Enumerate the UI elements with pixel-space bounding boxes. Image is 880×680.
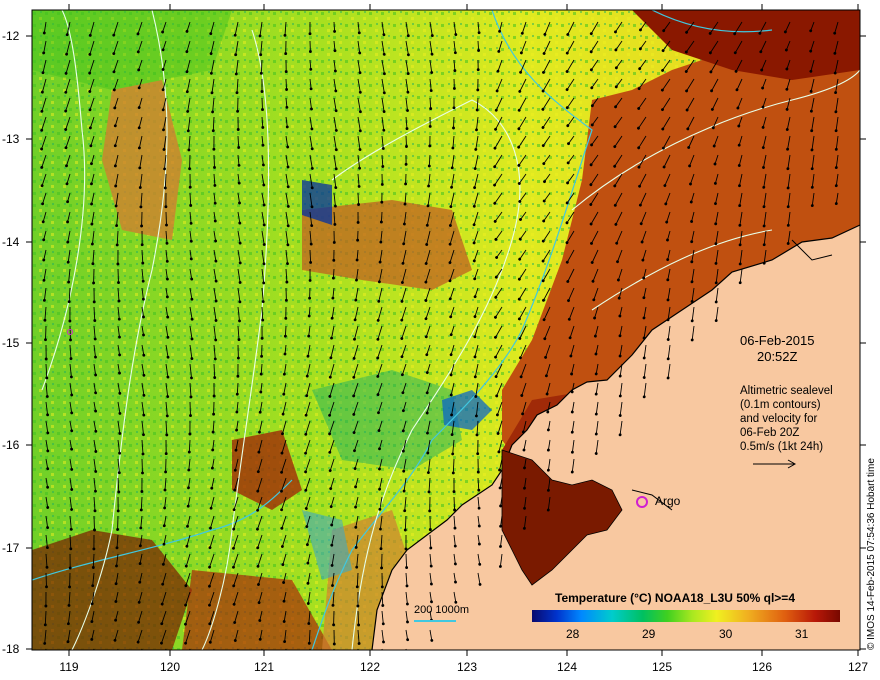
velocity-arrow <box>309 249 313 264</box>
lon-label: 127 <box>847 660 869 674</box>
colorbar <box>532 610 840 622</box>
credit-text: © IMOS 14-Feb-2015 07:54:36 Hobart time <box>866 458 877 650</box>
info-line: (0.1m contours) <box>740 399 821 411</box>
velocity-arrow <box>453 496 457 512</box>
velocity-arrow <box>379 211 383 224</box>
lat-label: -16 <box>2 438 20 452</box>
legend-info: Altimetric sealevel (0.1m contours) and … <box>740 384 833 454</box>
info-line: Altimetric sealevel <box>740 385 833 397</box>
lat-label: -18 <box>2 642 20 656</box>
info-line: and velocity for <box>740 413 818 425</box>
lat-label: -13 <box>2 132 20 146</box>
info-line: 06-Feb 20Z <box>740 427 800 439</box>
velocity-arrow <box>405 135 408 148</box>
argo-float-marker[interactable] <box>636 496 648 508</box>
lon-label: 121 <box>253 660 275 674</box>
time-text: 20:52Z <box>756 349 798 364</box>
velocity-arrow <box>331 268 335 280</box>
velocity-arrow <box>357 610 361 627</box>
velocity-arrow <box>357 192 361 206</box>
velocity-arrow <box>452 116 455 130</box>
map-figure: -12 -13 -14 -15 -16 -17 -18 119 120 121 … <box>0 0 880 680</box>
velocity-arrow <box>405 553 409 570</box>
velocity-arrow <box>285 78 289 91</box>
bathymetry-scale-label: 200 1000m <box>414 604 470 616</box>
velocity-arrow <box>44 325 47 342</box>
velocity-arrow <box>117 268 120 285</box>
lon-label: 125 <box>651 660 673 674</box>
lon-label: 124 <box>556 660 578 674</box>
bathymetry-scale-line <box>414 620 456 622</box>
velocity-arrow <box>333 21 337 33</box>
velocity-arrow <box>477 40 481 52</box>
velocity-arrow <box>213 154 216 169</box>
velocity-arrow <box>141 458 144 475</box>
lat-label: -14 <box>2 235 20 249</box>
argo-label: Argo <box>655 494 681 508</box>
lon-label: 119 <box>59 660 79 674</box>
colorbar-tick: 30 <box>719 627 733 641</box>
info-line: 0.5m/s (1kt 24h) <box>740 441 824 453</box>
velocity-arrow <box>45 572 48 589</box>
sst-map-graphic <box>32 10 860 650</box>
velocity-arrow <box>165 211 168 227</box>
date-time-label: 06-Feb-2015 20:52Z <box>740 333 814 365</box>
date-text: 06-Feb-2015 <box>740 333 815 348</box>
velocity-arrow <box>283 325 287 338</box>
velocity-arrow <box>93 515 96 532</box>
colorbar-tick: 29 <box>642 627 656 641</box>
argo-float-marker[interactable] <box>67 329 73 335</box>
colorbar-tick: 31 <box>795 627 809 641</box>
scale-arrow-icon <box>753 459 797 469</box>
velocity-arrow <box>189 401 192 418</box>
lat-label: -17 <box>2 541 20 555</box>
lon-label: 120 <box>159 660 181 674</box>
lat-label: -15 <box>2 336 20 350</box>
colorbar-title: Temperature (°C) NOAA18_L3U 50% ql>=4 <box>555 591 795 605</box>
lat-label: -12 <box>2 29 20 43</box>
sst-map[interactable] <box>32 10 860 650</box>
lon-label: 123 <box>456 660 478 674</box>
lon-label: 122 <box>359 660 381 674</box>
colorbar-tick: 28 <box>566 627 580 641</box>
velocity-arrow <box>261 97 264 112</box>
lon-label: 126 <box>751 660 773 674</box>
